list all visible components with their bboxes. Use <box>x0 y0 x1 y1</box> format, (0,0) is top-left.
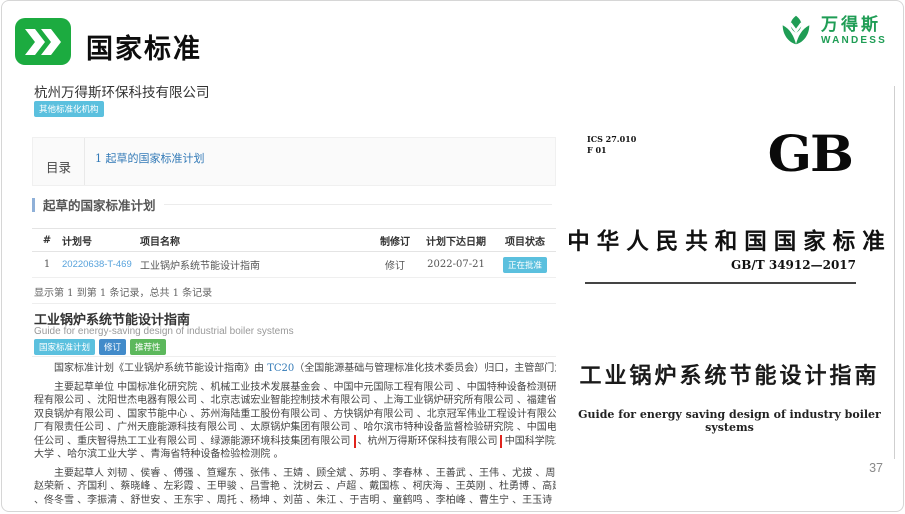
cover-heading: 中华人民共和国国家标准 <box>565 224 894 256</box>
company-name: 杭州万得斯环保科技有限公司 <box>34 81 210 101</box>
ics-code: ICS 27.010 <box>587 134 636 145</box>
class-code: F 01 <box>587 145 636 156</box>
gb-logo: GB <box>768 126 852 184</box>
wandess-leaf-icon <box>777 12 815 50</box>
cover-title-en: Guide for energy saving design of indust… <box>565 408 894 434</box>
text-run: 中国科学院工程热物理研究所 、清华大学 、西安交通大学 、上海交通 <box>502 436 556 447</box>
text-run: 国家标准计划《工业锅炉系统节能设计指南》由 <box>54 363 267 374</box>
table-header-row: # 计划号 项目名称 制修订 计划下达日期 项目状态 <box>32 228 556 252</box>
table-row: 1 20220638-T-469 工业锅炉系统节能设计指南 修订 2022-07… <box>32 252 556 278</box>
plans-table: # 计划号 项目名称 制修订 计划下达日期 项目状态 1 20220638-T-… <box>32 228 556 278</box>
drafting-units-line: 任公司 、重庆智得热工工业有限公司 、绿源能源环境科技集团有限公司 、杭州万得斯… <box>34 435 556 449</box>
cell-index: 1 <box>32 259 62 270</box>
col-project: 项目名称 <box>140 233 372 248</box>
org-type-badge: 其他标准化机构 <box>34 101 104 117</box>
cover-title-cn: 工业锅炉系统节能设计指南 <box>565 358 894 390</box>
toc-link[interactable]: 1 起草的国家标准计划 <box>95 152 205 165</box>
paragraph-scope: 国家标准计划《工业锅炉系统节能设计指南》由 TC20（全国能源基础与管理标准化技… <box>34 362 556 376</box>
cover-rule <box>585 282 856 284</box>
standard-number: GB/T 34912—2017 <box>731 258 856 272</box>
section-heading: 起草的国家标准计划 <box>32 195 556 214</box>
drafting-units-line: 大学 、哈尔滨工业大学 、青海省特种设备检验检测院 。 <box>34 448 556 462</box>
badge-revision: 修订 <box>99 339 126 355</box>
text-run: 、佟冬雪 、李振清 、舒世安 、王东宇 、周托 、杨坤 、刘苗 、朱江 、于吉明… <box>34 495 556 506</box>
double-chevron-icon <box>15 18 71 65</box>
col-plan-no: 计划号 <box>62 233 140 248</box>
drafters-line: 主要起草人 刘韧 、侯睿 、傅强 、笪耀东 、张伟 、王婧 、顾全斌 、苏明 、… <box>34 467 556 481</box>
divider <box>32 356 556 357</box>
plan-number-link[interactable]: 20220638-T-469 <box>62 259 132 270</box>
standard-title-en: Guide for energy-saving design of indust… <box>34 326 294 337</box>
tc-link[interactable]: TC20 <box>267 363 294 374</box>
drafting-units-line: 主要起草单位 中国标准化研究院 、机械工业技术发展基金会 、中国中元国际工程有限… <box>34 381 556 395</box>
page-title: 国家标准 <box>86 27 202 66</box>
cell-date: 2022-07-21 <box>418 259 494 270</box>
section-divider <box>164 204 552 205</box>
status-badge: 正在批准 <box>503 257 547 273</box>
section-accent-bar <box>32 198 35 212</box>
col-status: 项目状态 <box>494 233 556 248</box>
col-date: 计划下达日期 <box>418 233 494 248</box>
standard-description: 国家标准计划《工业锅炉系统节能设计指南》由 TC20（全国能源基础与管理标准化技… <box>34 362 556 506</box>
gb-standard-cover: ICS 27.010 F 01 GB 中华人民共和国国家标准 GB/T 3491… <box>565 86 895 459</box>
col-revision: 制修订 <box>372 233 418 248</box>
highlighted-company: 、杭州万得斯环保科技有限公司 <box>354 435 502 449</box>
drafters-line: 、佟冬雪 、李振清 、舒世安 、王东宇 、周托 、杨坤 、刘苗 、朱江 、于吉明… <box>34 494 556 507</box>
slide: 国家标准 万得斯 WANDESS 杭州万得斯环保科技有限公司 其他标准化机构 目… <box>1 0 904 512</box>
col-index: # <box>32 235 62 246</box>
text-run: （全国能源基础与管理标准化技术委员会）归口，主管部门为 <box>294 363 556 374</box>
cell-revision: 修订 <box>372 257 418 272</box>
pagination-summary: 显示第 1 到第 1 条记录，总共 1 条记录 <box>34 284 212 299</box>
page-number: 37 <box>869 461 883 475</box>
brand-logo: 万得斯 WANDESS <box>777 12 887 50</box>
brand-name-cn: 万得斯 <box>821 16 887 35</box>
section-title: 起草的国家标准计划 <box>43 195 156 214</box>
ics-code-block: ICS 27.010 F 01 <box>587 134 636 156</box>
brand-name-en: WANDESS <box>821 35 887 46</box>
chevron-glyphs <box>23 27 63 57</box>
drafting-units-line: 厂有限责任公司 、广州天鹿能源科技有限公司 、太原锅炉集团有限公司 、哈尔滨市特… <box>34 421 556 435</box>
toc-box: 目录 1 起草的国家标准计划 <box>32 137 556 186</box>
text-run: 任公司 、重庆智得热工工业有限公司 、绿源能源环境科技集团有限公司 <box>34 436 354 447</box>
cell-project: 工业锅炉系统节能设计指南 <box>140 257 372 272</box>
drafting-units-line: 双良锅炉有限公司 、国家节能中心 、苏州海陆重工股份有限公司 、方快锅炉有限公司… <box>34 408 556 422</box>
badge-recommended: 推荐性 <box>130 339 166 355</box>
drafters-line: 赵荣新 、齐国利 、蔡晓峰 、左彩霞 、王甲骏 、吕雪艳 、沈树云 、卢超 、戴… <box>34 480 556 494</box>
divider <box>32 303 556 304</box>
drafting-units-line: 程有限公司 、沈阳世杰电器有限公司 、北京志诚宏业智能控制技术有限公司 、上海工… <box>34 394 556 408</box>
standards-webpage-panel: 杭州万得斯环保科技有限公司 其他标准化机构 目录 1 起草的国家标准计划 起草的… <box>32 76 556 506</box>
badge-national-plan: 国家标准计划 <box>34 339 95 355</box>
toc-label: 目录 <box>33 138 85 185</box>
standard-badges: 国家标准计划 修订 推荐性 <box>34 339 166 355</box>
